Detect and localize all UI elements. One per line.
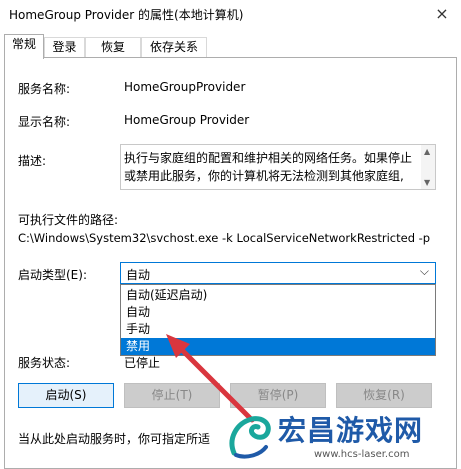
startup-option-manual[interactable]: 手动 [121,321,435,338]
startup-type-select[interactable]: 自动 ⌵ [120,262,436,284]
startup-option-disabled[interactable]: 禁用 [121,338,435,355]
description-scrollbar[interactable]: ▲ ▼ [421,145,435,189]
description-textbox[interactable]: 执行与家庭组的配置和维护相关的网络任务。如果停止 或禁用此服务，你的计算机将无法… [120,144,436,190]
exe-path-value: C:\Windows\System32\svchost.exe -k Local… [18,231,431,245]
tab-strip: 常规 登录 恢复 依存关系 [0,34,461,59]
startup-option-auto-delayed[interactable]: 自动(延迟启动) [121,287,435,304]
watermark: 宏昌游戏网 www.hcs-laser.com [218,405,461,469]
service-status-value: 已停止 [124,356,161,370]
title-bar: HomeGroup Provider 的属性(本地计算机) × [0,0,461,30]
tab-general[interactable]: 常规 [4,34,44,59]
startup-type-dropdown: 自动(延迟启动) 自动 手动 禁用 [120,284,436,356]
startup-type-label: 启动类型(E): [18,268,87,282]
display-name-label: 显示名称: [18,115,71,129]
watermark-text: 宏昌游戏网 [278,414,424,447]
display-name-value: HomeGroup Provider [124,113,250,127]
tab-dependencies[interactable]: 依存关系 [141,37,207,58]
description-label: 描述: [18,154,47,168]
tab-logon[interactable]: 登录 [44,37,85,58]
start-button[interactable]: 启动(S) [18,383,114,408]
service-name-value: HomeGroupProvider [124,80,246,94]
watermark-url: www.hcs-laser.com [314,449,410,460]
stop-button[interactable]: 停止(T) [124,383,220,408]
window-title: HomeGroup Provider 的属性(本地计算机) [9,8,244,22]
exe-path-label: 可执行文件的路径: [18,213,119,227]
chevron-down-icon[interactable]: ⌵ [420,264,429,279]
description-line-1: 执行与家庭组的配置和维护相关的网络任务。如果停止 [124,151,413,165]
scroll-up-icon[interactable]: ▲ [424,147,430,156]
service-status-label: 服务状态: [18,356,71,370]
startup-type-selected: 自动 [126,268,151,282]
tab-recovery[interactable]: 恢复 [85,37,141,58]
close-icon[interactable]: × [423,0,461,30]
description-line-2: 或禁用此服务，你的计算机将无法检测到其他家庭组, [124,169,404,183]
service-name-label: 服务名称: [18,82,71,96]
description-text: 执行与家庭组的配置和维护相关的网络任务。如果停止 或禁用此服务，你的计算机将无法… [124,149,414,185]
startup-option-auto[interactable]: 自动 [121,304,435,321]
dragon-logo-icon [229,416,271,459]
hint-text: 当从此处启动服务时，你可指定所适 [18,432,211,446]
scroll-down-icon[interactable]: ▼ [424,178,430,187]
